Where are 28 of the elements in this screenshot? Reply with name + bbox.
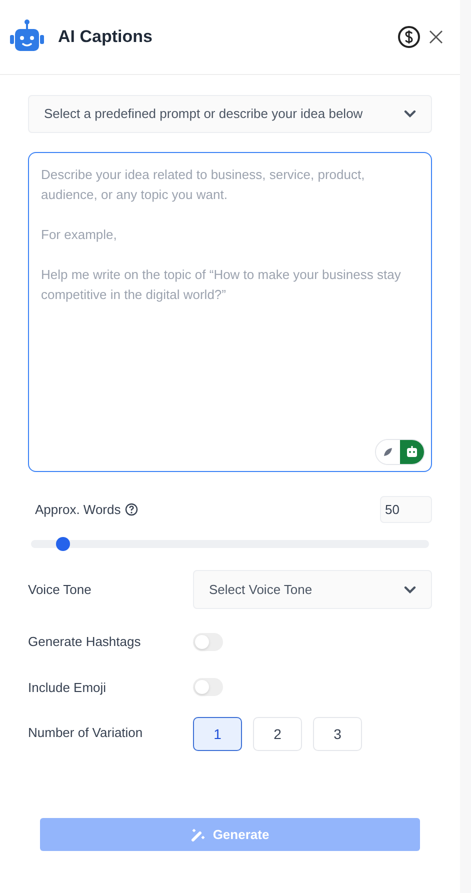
variation-option[interactable]: 1 xyxy=(193,717,242,751)
prompt-select[interactable]: Select a predefined prompt or describe your idea below xyxy=(28,95,432,133)
toggle-switch[interactable] xyxy=(193,678,223,696)
words-input[interactable]: 50 xyxy=(380,496,432,523)
panel-title: AI Captions xyxy=(58,26,152,48)
slider-thumb[interactable] xyxy=(56,537,70,551)
chevron-down-icon xyxy=(404,586,416,594)
chevron-down-icon xyxy=(404,110,416,118)
magic-wand-icon xyxy=(190,828,205,842)
robot-icon xyxy=(405,446,419,458)
credits-button[interactable] xyxy=(398,26,420,48)
variation-option[interactable]: 3 xyxy=(313,717,362,751)
variation-option[interactable]: 2 xyxy=(253,717,302,751)
mode-button[interactable] xyxy=(400,440,424,464)
help-icon xyxy=(124,503,138,516)
toggle-label: Generate Hashtags xyxy=(28,633,142,651)
voice-tone-label: Voice Tone xyxy=(28,580,92,599)
words-label: Approx. Words xyxy=(35,500,121,519)
idea-field[interactable]: Describe your idea related to business, service, product, audience, or any topic you want. For example, Help me write on the topic of “How to make your business stay competitive in the digital world?” xyxy=(28,152,432,472)
toggle-label: Include Emoji xyxy=(28,678,108,697)
words-slider[interactable] xyxy=(31,537,429,551)
close-icon xyxy=(429,30,443,44)
voice-tone-select[interactable]: Select Voice Tone xyxy=(193,570,432,609)
variation-label: Number of Variation xyxy=(28,724,144,742)
toggle-switch[interactable] xyxy=(193,632,223,651)
feather-icon xyxy=(382,446,394,458)
close-button[interactable] xyxy=(428,29,444,45)
dollar-icon xyxy=(404,30,414,44)
